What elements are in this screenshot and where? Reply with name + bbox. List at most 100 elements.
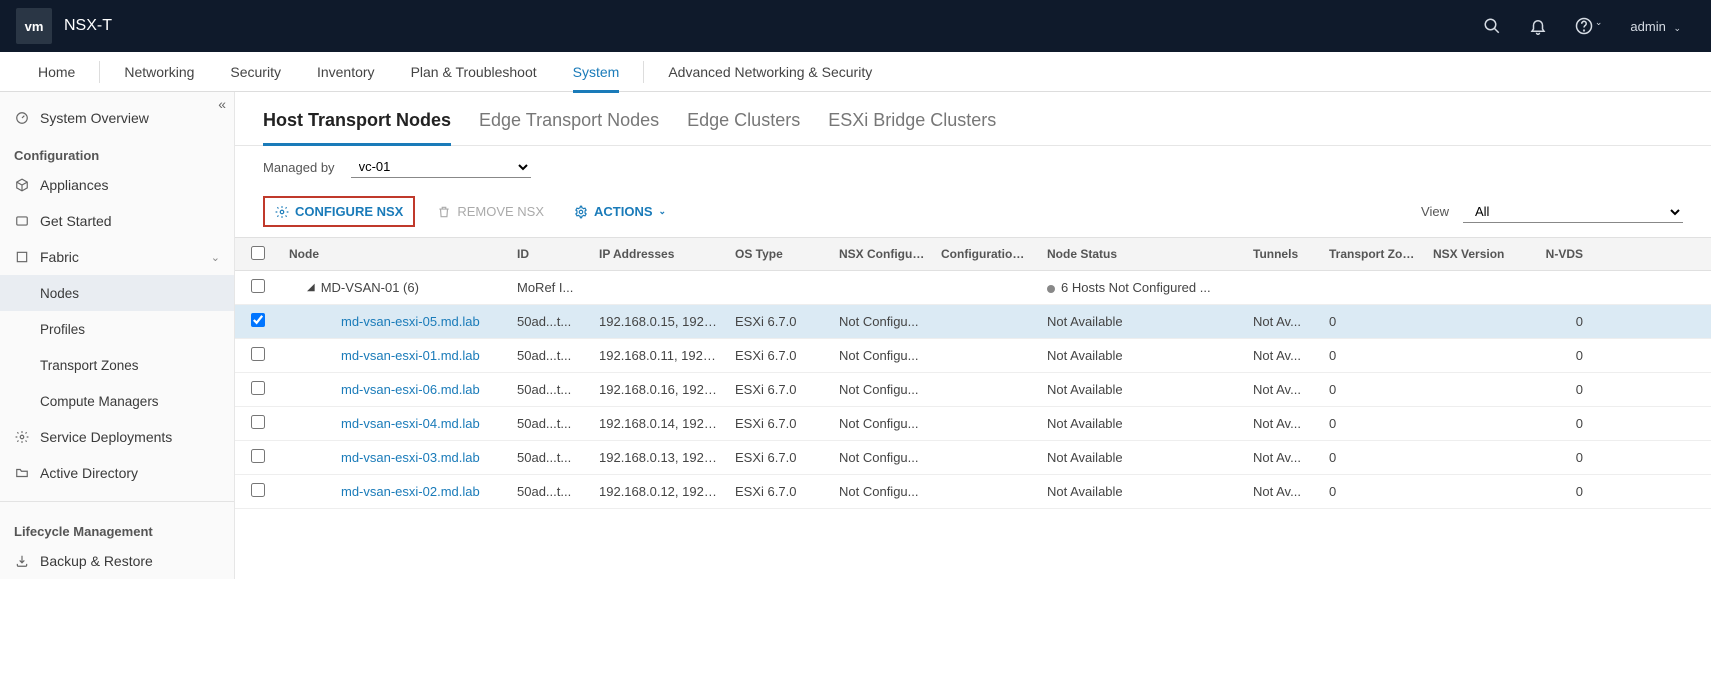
host-status: Not Available xyxy=(1039,382,1245,397)
sidebar-item-label: Backup & Restore xyxy=(40,553,153,569)
table-row[interactable]: md-vsan-esxi-01.md.lab50ad...t...192.168… xyxy=(235,339,1711,373)
tab-host-transport-nodes[interactable]: Host Transport Nodes xyxy=(263,110,451,146)
col-node[interactable]: Node xyxy=(281,247,509,261)
host-link[interactable]: md-vsan-esxi-01.md.lab xyxy=(341,348,480,363)
row-checkbox[interactable] xyxy=(251,279,265,293)
cluster-status: 6 Hosts Not Configured ... xyxy=(1061,280,1211,295)
host-id: 50ad...t... xyxy=(509,314,591,329)
nav-inventory[interactable]: Inventory xyxy=(299,52,393,92)
host-nvds: 0 xyxy=(1531,348,1591,363)
col-ip[interactable]: IP Addresses xyxy=(591,247,727,261)
col-transport-zones[interactable]: Transport Zones xyxy=(1321,247,1425,261)
nav-plan[interactable]: Plan & Troubleshoot xyxy=(393,52,555,92)
row-checkbox[interactable] xyxy=(251,415,265,429)
host-tz: 0 xyxy=(1321,416,1425,431)
sidebar-profiles[interactable]: Profiles xyxy=(0,311,234,347)
actions-button[interactable]: ACTIONS ⌄ xyxy=(566,200,674,223)
nav-security[interactable]: Security xyxy=(212,52,299,92)
dashboard-icon xyxy=(14,110,30,126)
host-os: ESXi 6.7.0 xyxy=(727,484,831,499)
sidebar-system-overview[interactable]: System Overview xyxy=(0,100,234,136)
configure-icon xyxy=(275,205,289,219)
nav-home[interactable]: Home xyxy=(20,52,93,92)
col-nvds[interactable]: N-VDS xyxy=(1531,247,1591,261)
col-tunnels[interactable]: Tunnels xyxy=(1245,247,1321,261)
host-status: Not Available xyxy=(1039,484,1245,499)
sidebar-get-started[interactable]: Get Started xyxy=(0,203,234,239)
row-checkbox[interactable] xyxy=(251,449,265,463)
folder-icon xyxy=(14,465,30,481)
row-checkbox[interactable] xyxy=(251,483,265,497)
user-menu[interactable]: admin ⌄ xyxy=(1630,19,1695,34)
table-row[interactable]: md-vsan-esxi-03.md.lab50ad...t...192.168… xyxy=(235,441,1711,475)
help-icon[interactable]: ⌄ xyxy=(1575,17,1603,35)
bell-icon[interactable] xyxy=(1529,17,1547,35)
host-grid: Node ID IP Addresses OS Type NSX Configu… xyxy=(235,237,1711,509)
select-all-checkbox[interactable] xyxy=(251,246,265,260)
host-tunnels: Not Av... xyxy=(1245,484,1321,499)
host-os: ESXi 6.7.0 xyxy=(727,314,831,329)
host-link[interactable]: md-vsan-esxi-04.md.lab xyxy=(341,416,480,431)
col-os[interactable]: OS Type xyxy=(727,247,831,261)
host-tz: 0 xyxy=(1321,484,1425,499)
host-tz: 0 xyxy=(1321,314,1425,329)
col-nsx-config[interactable]: NSX Configurati xyxy=(831,247,933,261)
search-icon[interactable] xyxy=(1483,17,1501,35)
host-os: ESXi 6.7.0 xyxy=(727,450,831,465)
managed-by-select[interactable]: vc-01 xyxy=(351,156,531,178)
gears-icon xyxy=(14,429,30,445)
nav-networking[interactable]: Networking xyxy=(106,52,212,92)
sidebar-fabric[interactable]: Fabric ⌄ xyxy=(0,239,234,275)
col-nsx-version[interactable]: NSX Version xyxy=(1425,247,1531,261)
table-row[interactable]: md-vsan-esxi-04.md.lab50ad...t...192.168… xyxy=(235,407,1711,441)
expand-icon[interactable]: ◢ xyxy=(307,282,315,293)
host-tunnels: Not Av... xyxy=(1245,348,1321,363)
host-link[interactable]: md-vsan-esxi-05.md.lab xyxy=(341,314,480,329)
row-checkbox[interactable] xyxy=(251,381,265,395)
col-config-state[interactable]: Configuration St xyxy=(933,247,1039,261)
nav-advanced[interactable]: Advanced Networking & Security xyxy=(650,52,890,92)
table-row[interactable]: md-vsan-esxi-06.md.lab50ad...t...192.168… xyxy=(235,373,1711,407)
host-tz: 0 xyxy=(1321,382,1425,397)
host-link[interactable]: md-vsan-esxi-03.md.lab xyxy=(341,450,480,465)
sidebar-active-directory[interactable]: Active Directory xyxy=(0,455,234,491)
grid-header: Node ID IP Addresses OS Type NSX Configu… xyxy=(235,237,1711,271)
cluster-name: MD-VSAN-01 (6) xyxy=(321,280,419,295)
host-link[interactable]: md-vsan-esxi-02.md.lab xyxy=(341,484,480,499)
view-select[interactable]: All xyxy=(1463,201,1683,223)
sidebar-item-label: Active Directory xyxy=(40,465,138,481)
col-id[interactable]: ID xyxy=(509,247,591,261)
tab-edge-clusters[interactable]: Edge Clusters xyxy=(687,110,800,145)
cube-icon xyxy=(14,177,30,193)
configure-nsx-button[interactable]: CONFIGURE NSX xyxy=(263,196,415,227)
trash-icon xyxy=(437,205,451,219)
sidebar-service-deployments[interactable]: Service Deployments xyxy=(0,419,234,455)
sidebar-compute-managers[interactable]: Compute Managers xyxy=(0,383,234,419)
host-ip: 192.168.0.14, 192.1... xyxy=(591,416,727,431)
rocket-icon xyxy=(14,213,30,229)
sidebar-group-config: Configuration xyxy=(0,136,234,167)
cluster-row[interactable]: ◢MD-VSAN-01 (6) MoRef I... 6 Hosts Not C… xyxy=(235,271,1711,305)
remove-nsx-button[interactable]: REMOVE NSX xyxy=(429,200,552,223)
sidebar-appliances[interactable]: Appliances xyxy=(0,167,234,203)
host-link[interactable]: md-vsan-esxi-06.md.lab xyxy=(341,382,480,397)
nav-system[interactable]: System xyxy=(555,52,638,92)
table-row[interactable]: md-vsan-esxi-02.md.lab50ad...t...192.168… xyxy=(235,475,1711,509)
vmware-logo: vm xyxy=(16,8,52,44)
row-checkbox[interactable] xyxy=(251,313,265,327)
sidebar-collapse-icon[interactable]: « xyxy=(218,96,226,112)
view-label: View xyxy=(1421,204,1449,219)
col-node-status[interactable]: Node Status xyxy=(1039,247,1245,261)
row-checkbox[interactable] xyxy=(251,347,265,361)
table-row[interactable]: md-vsan-esxi-05.md.lab50ad...t...192.168… xyxy=(235,305,1711,339)
sidebar-nodes[interactable]: Nodes xyxy=(0,275,234,311)
button-label: REMOVE NSX xyxy=(457,204,544,219)
sidebar-transport-zones[interactable]: Transport Zones xyxy=(0,347,234,383)
sidebar-backup-restore[interactable]: Backup & Restore xyxy=(0,543,234,579)
managed-by-label: Managed by xyxy=(263,160,335,175)
chevron-down-icon: ⌄ xyxy=(211,251,220,264)
toolbar: CONFIGURE NSX REMOVE NSX ACTIONS ⌄ View … xyxy=(235,188,1711,237)
tab-esxi-bridge-clusters[interactable]: ESXi Bridge Clusters xyxy=(828,110,996,145)
sidebar: « System Overview Configuration Applianc… xyxy=(0,92,235,579)
tab-edge-transport-nodes[interactable]: Edge Transport Nodes xyxy=(479,110,659,145)
